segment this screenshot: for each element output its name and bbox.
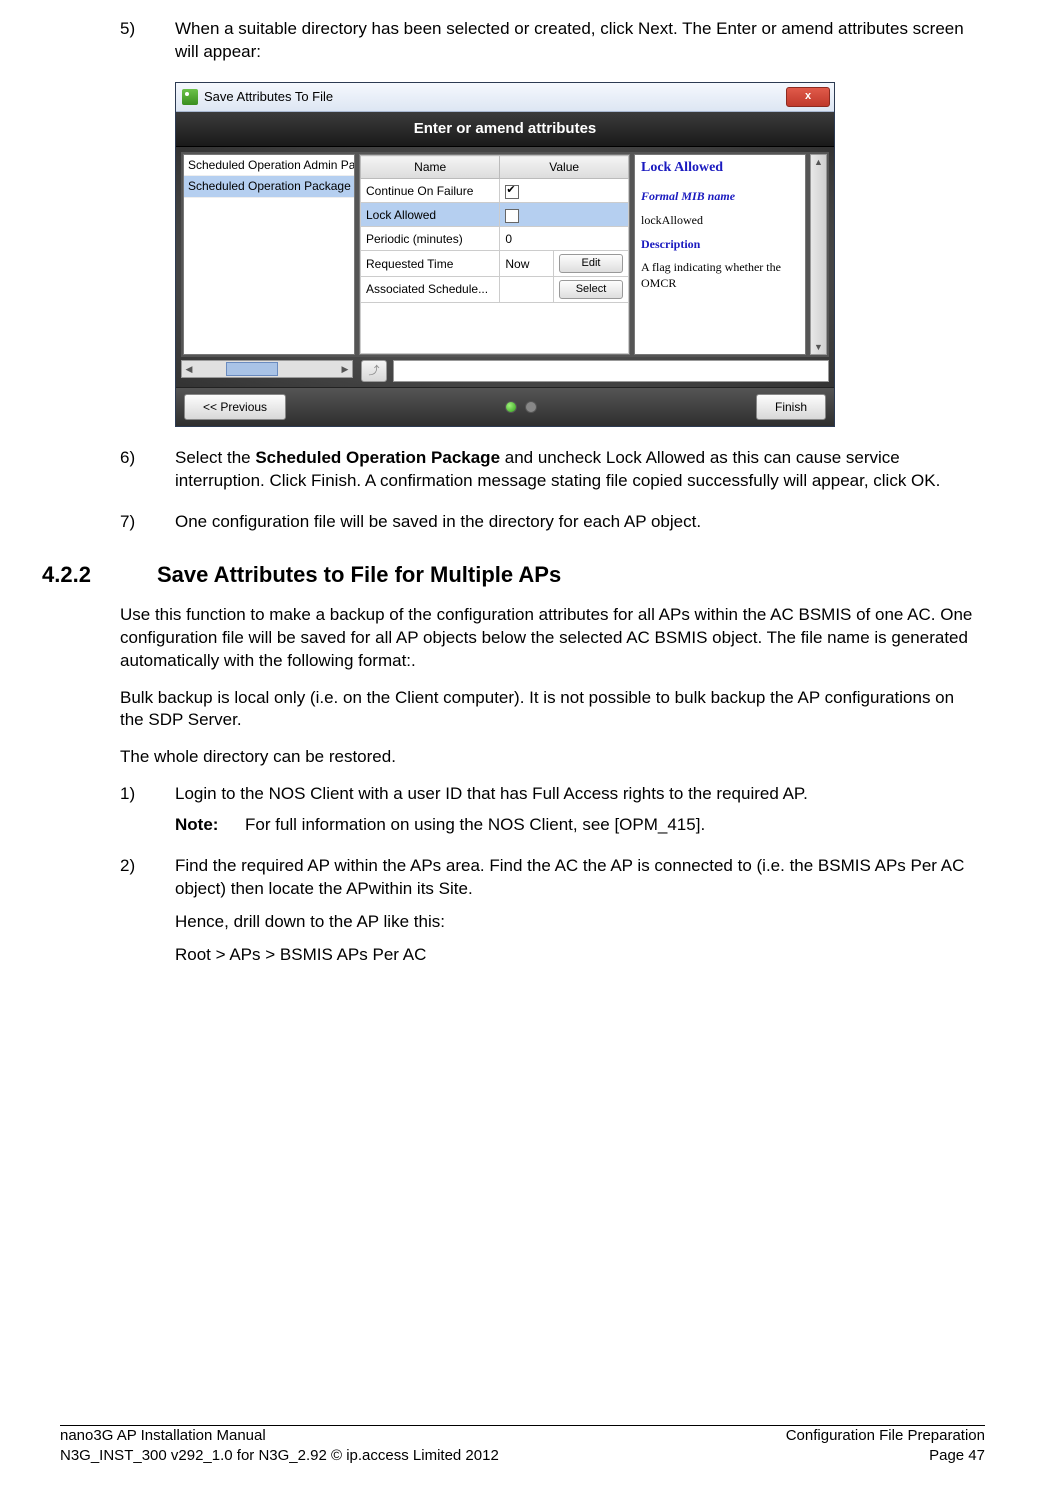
- desc-section: Description: [641, 236, 799, 252]
- up-arrow-icon: ⤴: [369, 364, 380, 379]
- package-list[interactable]: Scheduled Operation Admin Pac Scheduled …: [183, 154, 355, 355]
- section-step-1: 1) Login to the NOS Client with a user I…: [120, 783, 978, 837]
- step-5: 5) When a suitable directory has been se…: [120, 18, 978, 64]
- path-field[interactable]: [393, 360, 829, 382]
- step-6: 6) Select the Scheduled Operation Packag…: [120, 447, 978, 493]
- section-para-3: The whole directory can be restored.: [120, 746, 978, 769]
- page-footer: nano3G AP Installation Manual Configurat…: [60, 1425, 985, 1467]
- section-title: Save Attributes to File for Multiple APs: [157, 560, 561, 590]
- step-5-num: 5): [120, 18, 175, 64]
- section-step-2-text: Find the required AP within the APs area…: [175, 855, 978, 901]
- previous-button[interactable]: << Previous: [184, 394, 286, 420]
- wizard-footer: << Previous Finish: [176, 387, 834, 426]
- scroll-down-icon[interactable]: ▼: [814, 340, 823, 354]
- description-panel: Lock Allowed Formal MIB name lockAllowed…: [634, 154, 806, 355]
- scroll-thumb[interactable]: [226, 362, 278, 376]
- note-label: Note:: [175, 814, 245, 837]
- table-row[interactable]: Associated Schedule... Select: [361, 277, 629, 303]
- step-7-num: 7): [120, 511, 175, 534]
- col-value: Value: [500, 156, 629, 179]
- scroll-left-icon[interactable]: ◀: [182, 363, 196, 375]
- dialog-figure: Save Attributes To File x Enter or amend…: [175, 82, 835, 427]
- desc-subheading: Formal MIB name: [641, 188, 799, 204]
- step-6-num: 6): [120, 447, 175, 493]
- up-button[interactable]: ⤴: [361, 360, 387, 382]
- section-step-2-sub2: Root > APs > BSMIS APs Per AC: [175, 944, 978, 967]
- step-7: 7) One configuration file will be saved …: [120, 511, 978, 534]
- table-row[interactable]: Requested Time Now Edit: [361, 251, 629, 277]
- section-para-2: Bulk backup is local only (i.e. on the C…: [120, 687, 978, 733]
- progress-dots: [505, 401, 537, 413]
- footer-left-1: nano3G AP Installation Manual: [60, 1426, 266, 1446]
- section-heading: 4.2.2 Save Attributes to File for Multip…: [60, 560, 985, 590]
- section-number: 4.2.2: [42, 560, 157, 590]
- dialog-titlebar: Save Attributes To File x: [176, 83, 834, 112]
- attributes-table: Name Value Continue On Failure Lock Allo…: [359, 154, 630, 355]
- table-row[interactable]: Continue On Failure: [361, 179, 629, 203]
- step-6-text: Select the Scheduled Operation Package a…: [175, 447, 978, 493]
- dialog-banner: Enter or amend attributes: [176, 112, 834, 147]
- checkbox-icon[interactable]: [505, 209, 519, 223]
- col-name: Name: [361, 156, 500, 179]
- close-button[interactable]: x: [786, 87, 830, 107]
- section-step-2-sub1: Hence, drill down to the AP like this:: [175, 911, 978, 934]
- section-para-1: Use this function to make a backup of th…: [120, 604, 978, 673]
- footer-right-2: Page 47: [929, 1446, 985, 1466]
- step-5-text: When a suitable directory has been selec…: [175, 18, 978, 64]
- finish-button[interactable]: Finish: [756, 394, 826, 420]
- table-row[interactable]: Periodic (minutes) 0: [361, 227, 629, 251]
- dot-icon: [525, 401, 537, 413]
- vertical-scrollbar[interactable]: ▲ ▼: [810, 154, 827, 355]
- section-step-1-num: 1): [120, 783, 175, 837]
- footer-right-1: Configuration File Preparation: [786, 1426, 985, 1446]
- footer-left-2: N3G_INST_300 v292_1.0 for N3G_2.92 © ip.…: [60, 1446, 499, 1466]
- edit-button[interactable]: Edit: [559, 254, 623, 273]
- scroll-up-icon[interactable]: ▲: [814, 155, 823, 169]
- section-step-2-num: 2): [120, 855, 175, 967]
- scroll-right-icon[interactable]: ▶: [338, 363, 352, 375]
- step-7-text: One configuration file will be saved in …: [175, 511, 978, 534]
- checkbox-icon[interactable]: [505, 185, 519, 199]
- horizontal-scrollbar[interactable]: ◀ ▶: [181, 360, 353, 378]
- select-button[interactable]: Select: [559, 280, 623, 299]
- desc-body: A flag indicating whether the OMCR: [641, 259, 799, 291]
- list-item[interactable]: Scheduled Operation Admin Pac: [184, 155, 354, 176]
- section-step-2: 2) Find the required AP within the APs a…: [120, 855, 978, 967]
- note-body: For full information on using the NOS Cl…: [245, 814, 978, 837]
- dot-icon: [505, 401, 517, 413]
- list-item[interactable]: Scheduled Operation Package: [184, 176, 354, 197]
- section-step-1-text: Login to the NOS Client with a user ID t…: [175, 783, 978, 806]
- dialog-title: Save Attributes To File: [204, 88, 333, 106]
- app-icon: [182, 89, 198, 105]
- table-row[interactable]: Lock Allowed: [361, 203, 629, 227]
- desc-mib-name: lockAllowed: [641, 212, 799, 228]
- desc-heading: Lock Allowed: [641, 159, 799, 178]
